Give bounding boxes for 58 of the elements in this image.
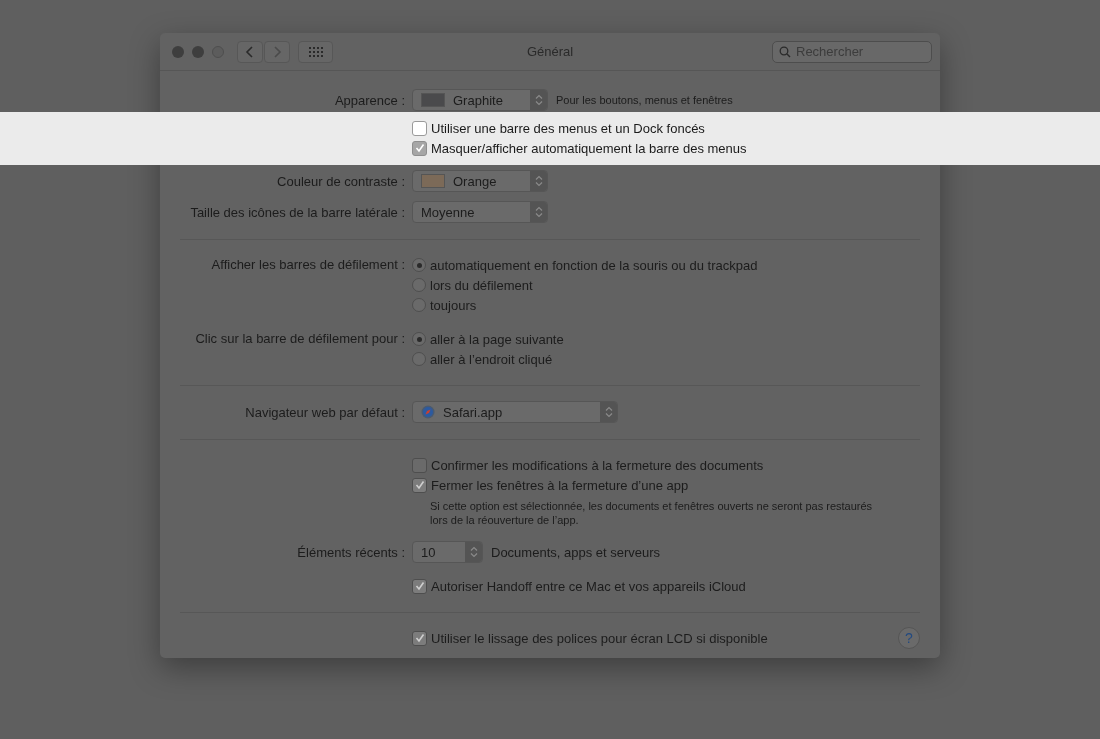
checkbox[interactable] <box>412 477 427 493</box>
up-down-arrows-icon <box>534 175 543 187</box>
checkbox[interactable] <box>412 140 427 156</box>
show-all-button[interactable] <box>298 40 333 63</box>
back-button[interactable] <box>237 40 263 63</box>
checkbox-label: Autoriser Handoff entre ce Mac et vos appareils iCloud <box>431 578 746 594</box>
up-down-arrows-icon <box>534 94 543 106</box>
help-button[interactable]: ? <box>898 627 920 649</box>
field-label: Navigateur web par défaut : <box>244 404 405 420</box>
radio-label: toujours <box>430 297 477 313</box>
checkbox[interactable] <box>412 578 427 594</box>
field-label: Clic sur la barre de défilement pour : <box>194 330 405 348</box>
popup-button[interactable]: Moyenne <box>412 201 548 223</box>
up-down-arrows-icon <box>534 206 543 218</box>
radio-button[interactable] <box>412 352 426 366</box>
checkmark-icon <box>414 633 425 643</box>
radio-label: aller à l’endroit cliqué <box>430 351 553 367</box>
close-button[interactable] <box>172 45 184 58</box>
field-label: Couleur de contraste : <box>276 173 405 189</box>
description-text: Si cette option est sélectionnée, les documents et fenêtres ouverts ne seront pas restaurés lors de la réouverture de l’app. <box>430 499 874 527</box>
radio-label: automatiquement en fonction de la souris ou du trackpad <box>430 257 758 273</box>
checkbox[interactable] <box>412 630 427 646</box>
field-label: Afficher les barres de défilement : <box>210 256 405 274</box>
field-label: Taille des icônes de la barre latérale : <box>189 204 405 220</box>
up-down-arrows-icon <box>604 406 613 418</box>
checkmark-icon <box>414 143 425 153</box>
grid-icon <box>308 46 323 57</box>
checkbox[interactable] <box>412 120 427 136</box>
radio-label: lors du défilement <box>430 277 533 293</box>
checkmark-icon <box>414 581 425 591</box>
popup-button[interactable]: Safari.app <box>412 401 618 423</box>
number-stepper[interactable]: 10 <box>412 541 483 563</box>
chevron-left-icon <box>245 44 255 59</box>
checkbox-label: Masquer/afficher automatiquement la barre des menus <box>431 140 747 156</box>
checkmark-icon <box>414 480 425 490</box>
checkbox-label: Confirmer les modifications à la fermeture des documents <box>431 457 764 473</box>
checkbox[interactable] <box>412 457 427 473</box>
field-label: Apparence : <box>333 92 405 108</box>
radio-button[interactable] <box>412 332 426 346</box>
popup-button[interactable]: Orange <box>412 170 548 192</box>
forward-button[interactable] <box>264 40 290 63</box>
stepper-caption: Documents, apps et serveurs <box>491 544 661 560</box>
search-icon <box>779 45 791 58</box>
minimize-button[interactable] <box>192 45 204 58</box>
checkbox-label: Utiliser une barre des menus et un Dock foncés <box>431 120 705 136</box>
compass-icon <box>421 405 435 419</box>
window-title: Général <box>526 44 574 59</box>
popup-button[interactable]: Graphite <box>412 89 548 111</box>
field-label: Éléments récents : <box>296 544 405 560</box>
radio-button[interactable] <box>412 298 426 312</box>
up-down-arrows-icon <box>469 546 478 558</box>
checkbox-label: Fermer les fenêtres à la fermeture d’une app <box>431 477 689 493</box>
radio-button[interactable] <box>412 258 426 272</box>
hint-text: Pour les boutons, menus et fenêtres <box>556 94 733 106</box>
chevron-right-icon <box>272 44 282 59</box>
radio-label: aller à la page suivante <box>430 331 564 347</box>
radio-button[interactable] <box>412 278 426 292</box>
checkbox-label: Utiliser le lissage des polices pour écran LCD si disponible <box>431 630 768 646</box>
